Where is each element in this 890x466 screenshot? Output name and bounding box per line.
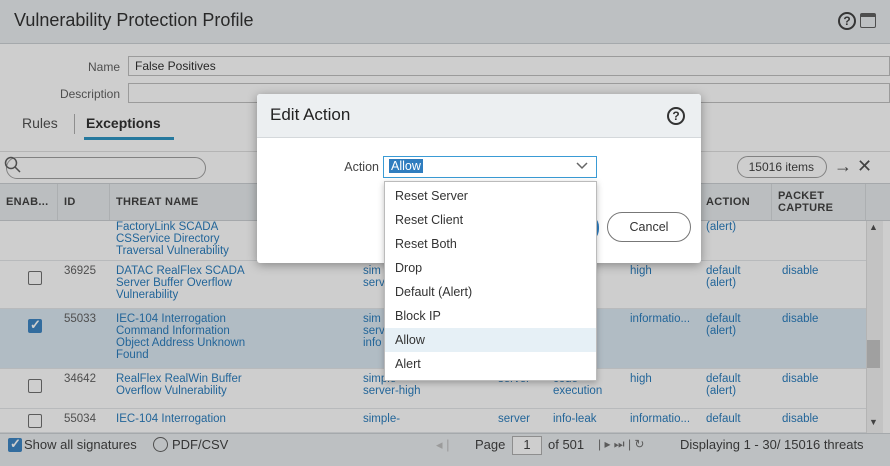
cancel-button[interactable]: Cancel: [607, 212, 691, 242]
option-alert[interactable]: Alert: [385, 352, 596, 376]
chevron-down-icon[interactable]: [575, 158, 589, 172]
option-default-alert[interactable]: Default (Alert): [385, 280, 596, 304]
option-allow[interactable]: Allow: [385, 328, 596, 352]
option-drop[interactable]: Drop: [385, 256, 596, 280]
option-reset-server[interactable]: Reset Server: [385, 184, 596, 208]
action-selected-value[interactable]: Allow: [389, 159, 423, 173]
option-block-ip[interactable]: Block IP: [385, 304, 596, 328]
option-reset-client[interactable]: Reset Client: [385, 208, 596, 232]
action-label: Action: [344, 160, 379, 174]
edit-action-title: Edit Action: [270, 105, 351, 124]
help-icon[interactable]: ?: [667, 107, 685, 125]
option-reset-both[interactable]: Reset Both: [385, 232, 596, 256]
